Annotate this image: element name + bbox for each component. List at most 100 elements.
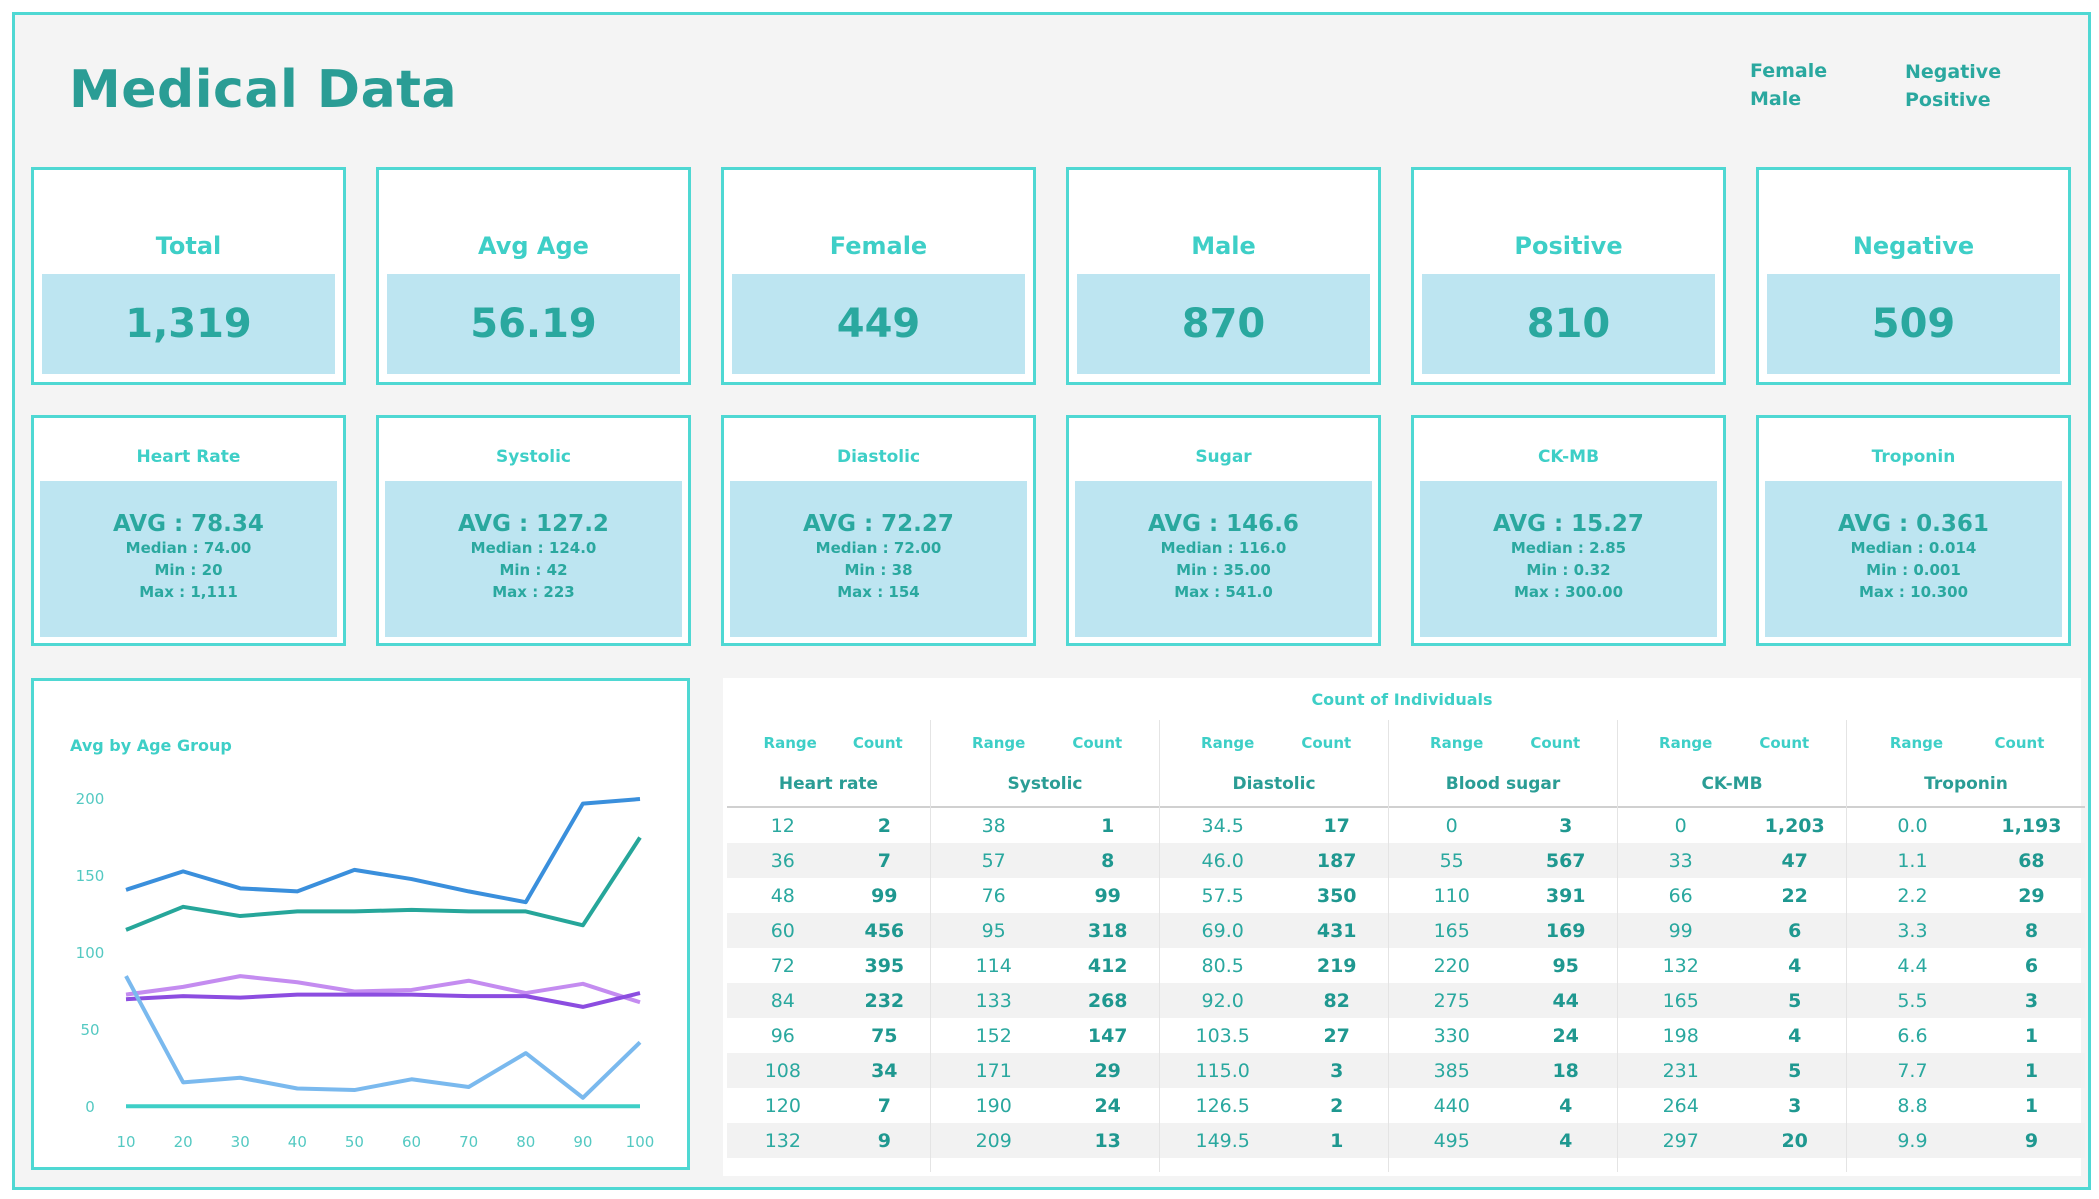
table-row[interactable]: 385 18 (1389, 1053, 1617, 1088)
table-row[interactable]: 495 4 (1389, 1123, 1617, 1158)
table-row[interactable]: 0 1,203 (1618, 808, 1846, 843)
series-line-1[interactable] (125, 797, 641, 905)
table-row[interactable]: 171 29 (931, 1053, 1159, 1088)
table-row[interactable]: 57.5 350 (1160, 878, 1388, 913)
kpi-female[interactable]: Female 449 (721, 167, 1036, 385)
table-row[interactable]: 57 8 (931, 843, 1159, 878)
result-legend[interactable]: Negative Positive (1905, 58, 2001, 114)
table-row[interactable]: 0.0 1,193 (1847, 808, 2085, 843)
kpi-value: 449 (732, 274, 1025, 374)
kpi-avg-age[interactable]: Avg Age 56.19 (376, 167, 691, 385)
table-row[interactable]: 72 395 (727, 948, 930, 983)
table-row[interactable]: 46.0 187 (1160, 843, 1388, 878)
table-row[interactable]: 110 391 (1389, 878, 1617, 913)
table-row[interactable]: 80.5 219 (1160, 948, 1388, 983)
table-row[interactable]: 60 456 (727, 913, 930, 948)
table-row[interactable]: 440 4 (1389, 1088, 1617, 1123)
table-row[interactable]: 108 34 (727, 1053, 930, 1088)
table-row[interactable]: 275 44 (1389, 983, 1617, 1018)
table-row[interactable]: 198 4 (1618, 1018, 1846, 1053)
table-body: 34.5 17 46.0 187 57.5 350 69.0 431 80.5 219 92.0 82… (1160, 808, 1388, 1158)
table-row[interactable]: 190 24 (931, 1088, 1159, 1123)
count-header: Count (852, 734, 903, 752)
table-row[interactable]: 165 169 (1389, 913, 1617, 948)
table-row[interactable]: 115.0 3 (1160, 1053, 1388, 1088)
table-row[interactable]: 165 5 (1618, 983, 1846, 1018)
kpi-male[interactable]: Male 870 (1066, 167, 1381, 385)
table-row[interactable]: 5.5 3 (1847, 983, 2085, 1018)
table-row[interactable]: 95 318 (931, 913, 1159, 948)
table-row[interactable]: 34.5 17 (1160, 808, 1388, 843)
age-group-line-chart[interactable]: 0 50 100 150 200 10 20 30 40 50 60 70 80 90 100 (34, 681, 687, 1167)
table-row[interactable]: 8.8 1 (1847, 1088, 2085, 1123)
table-row[interactable]: 126.5 2 (1160, 1088, 1388, 1123)
table-row[interactable]: 3.3 8 (1847, 913, 2085, 948)
table-row[interactable]: 92.0 82 (1160, 983, 1388, 1018)
table-row[interactable]: 69.0 431 (1160, 913, 1388, 948)
table-row[interactable]: 48 99 (727, 878, 930, 913)
table-row[interactable]: 220 95 (1389, 948, 1617, 983)
table-row[interactable]: 38 1 (931, 808, 1159, 843)
table-body: 12 2 36 7 48 99 60 456 72 395 84 232 96 75 108 34 120 7 13… (727, 808, 930, 1158)
count-cell: 9 (2024, 1129, 2039, 1152)
table-row[interactable]: 149.5 1 (1160, 1123, 1388, 1158)
table-row[interactable]: 66 22 (1618, 878, 1846, 913)
table-row[interactable]: 6.6 1 (1847, 1018, 2085, 1053)
stat-min: Min : 35.00 (1176, 561, 1271, 579)
table-row[interactable]: 33 47 (1618, 843, 1846, 878)
table-row[interactable]: 330 24 (1389, 1018, 1617, 1053)
kpi-total[interactable]: Total 1,319 (31, 167, 346, 385)
table-row[interactable]: 12 2 (727, 808, 930, 843)
table-row[interactable]: 1.1 68 (1847, 843, 2085, 878)
gender-legend[interactable]: Female Male (1750, 57, 1827, 113)
table-row[interactable]: 84 232 (727, 983, 930, 1018)
table-row[interactable]: 132 4 (1618, 948, 1846, 983)
stat-diastolic[interactable]: Diastolic AVG : 72.27 Median : 72.00 Min… (721, 415, 1036, 646)
table-row[interactable]: 264 3 (1618, 1088, 1846, 1123)
count-cell: 5 (1788, 1059, 1802, 1082)
stat-avg: AVG : 78.34 (113, 511, 264, 537)
range-header: Range (1889, 734, 1944, 752)
table-row[interactable]: 114 412 (931, 948, 1159, 983)
kpi-positive[interactable]: Positive 810 (1411, 167, 1726, 385)
table-row[interactable]: 120 7 (727, 1088, 930, 1123)
table-row[interactable]: 9.9 9 (1847, 1123, 2085, 1158)
stat-troponin[interactable]: Troponin AVG : 0.361 Median : 0.014 Min … (1756, 415, 2071, 646)
range-cell: 108 (764, 1059, 801, 1082)
table-row[interactable]: 297 20 (1618, 1123, 1846, 1158)
kpi-negative[interactable]: Negative 509 (1756, 167, 2071, 385)
table-row[interactable]: 4.4 6 (1847, 948, 2085, 983)
table-row[interactable]: 152 147 (931, 1018, 1159, 1053)
legend-item-positive[interactable]: Positive (1905, 86, 2001, 114)
series-line-4[interactable] (125, 991, 641, 1009)
table-row[interactable]: 103.5 27 (1160, 1018, 1388, 1053)
range-cell: 7.7 (1897, 1059, 1928, 1082)
table-column: Range Count Blood sugar 0 3 55 567 110 391 165 169… (1389, 720, 1618, 1172)
table-row[interactable]: 96 75 (727, 1018, 930, 1053)
table-row[interactable]: 55 567 (1389, 843, 1617, 878)
range-cell: 330 (1433, 1024, 1470, 1047)
stat-max: Max : 1,111 (139, 583, 238, 601)
count-cell: 9 (877, 1129, 891, 1152)
table-row[interactable]: 03 (1389, 808, 1617, 843)
table-row[interactable]: 133 268 (931, 983, 1159, 1018)
range-cell: 48 (770, 884, 795, 907)
table-row[interactable]: 132 9 (727, 1123, 930, 1158)
table-row[interactable]: 231 5 (1618, 1053, 1846, 1088)
table-row[interactable]: 36 7 (727, 843, 930, 878)
legend-item-negative[interactable]: Negative (1905, 58, 2001, 86)
table-row[interactable]: 2.2 29 (1847, 878, 2085, 913)
stat-systolic[interactable]: Systolic AVG : 127.2 Median : 124.0 Min … (376, 415, 691, 646)
stat-sugar[interactable]: Sugar AVG : 146.6 Median : 116.0 Min : 3… (1066, 415, 1381, 646)
table-row[interactable]: 209 13 (931, 1123, 1159, 1158)
legend-item-female[interactable]: Female (1750, 57, 1827, 85)
table-row[interactable]: 7.7 1 (1847, 1053, 2085, 1088)
stat-heart-rate[interactable]: Heart Rate AVG : 78.34 Median : 74.00 Mi… (31, 415, 346, 646)
stat-ck-mb[interactable]: CK-MB AVG : 15.27 Median : 2.85 Min : 0.… (1411, 415, 1726, 646)
range-cell: 0.0 (1897, 814, 1928, 837)
kpi-row: Total 1,319 Avg Age 56.19 Female 449 Mal… (31, 167, 2071, 385)
table-row[interactable]: 99 6 (1618, 913, 1846, 948)
series-line-2[interactable] (125, 836, 642, 932)
legend-item-male[interactable]: Male (1750, 85, 1827, 113)
table-row[interactable]: 76 99 (931, 878, 1159, 913)
